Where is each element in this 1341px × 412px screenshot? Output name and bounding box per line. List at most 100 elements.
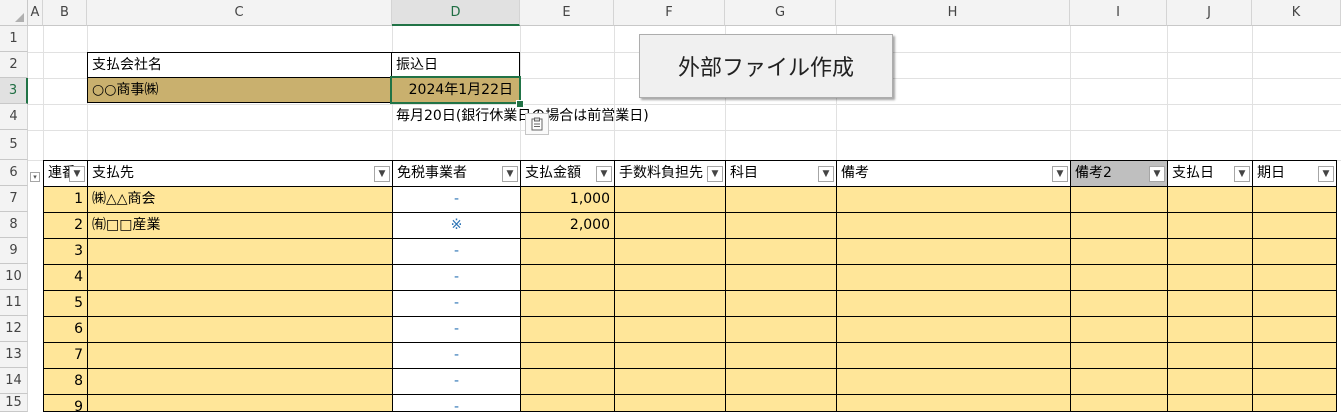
cell-remarks2[interactable] bbox=[1070, 264, 1168, 291]
cell-fee-bearer[interactable] bbox=[614, 212, 726, 239]
cell-due-date[interactable] bbox=[1252, 394, 1337, 412]
row-header-11[interactable]: 11 bbox=[0, 290, 28, 316]
cell-payee[interactable] bbox=[87, 238, 393, 265]
cell-due-date[interactable] bbox=[1252, 316, 1337, 343]
filter-dropdown-icon[interactable]: ▼ bbox=[707, 166, 723, 182]
cell-remarks2[interactable] bbox=[1070, 342, 1168, 369]
cell-due-date[interactable] bbox=[1252, 186, 1337, 213]
select-all-corner[interactable] bbox=[0, 0, 28, 26]
cell-exempt[interactable]: - bbox=[392, 186, 521, 213]
cell-remarks2[interactable] bbox=[1070, 368, 1168, 395]
cell-payee[interactable]: ㈱△△商会 bbox=[87, 186, 393, 213]
cell-account[interactable] bbox=[725, 264, 837, 291]
cell-account[interactable] bbox=[725, 186, 837, 213]
col-header-d[interactable]: D bbox=[392, 0, 520, 26]
row-header-1[interactable]: 1 bbox=[0, 26, 28, 52]
cell-account[interactable] bbox=[725, 316, 837, 343]
create-external-file-button[interactable]: 外部ファイル作成 bbox=[639, 34, 893, 98]
filter-dropdown-icon[interactable]: ▼ bbox=[818, 166, 834, 182]
cell-remarks[interactable] bbox=[836, 264, 1071, 291]
cell-pay-date[interactable] bbox=[1167, 290, 1253, 317]
cell-pay-date[interactable] bbox=[1167, 342, 1253, 369]
cell-due-date[interactable] bbox=[1252, 342, 1337, 369]
cell-remarks[interactable] bbox=[836, 238, 1071, 265]
date-label-cell[interactable]: 振込日 bbox=[391, 52, 520, 78]
row-header-5[interactable]: 5 bbox=[0, 130, 28, 160]
filter-dropdown-icon[interactable]: ▼ bbox=[1149, 166, 1165, 182]
cell-remarks[interactable] bbox=[836, 316, 1071, 343]
cell-payee[interactable]: ㈲□□産業 bbox=[87, 212, 393, 239]
th-payee[interactable]: 支払先 ▼ bbox=[87, 160, 393, 187]
col-header-i[interactable]: I bbox=[1070, 0, 1167, 26]
row-header-12[interactable]: 12 bbox=[0, 316, 28, 342]
row-header-15[interactable]: 15 bbox=[0, 394, 28, 412]
cell-number[interactable]: 3 bbox=[43, 238, 88, 265]
row-header-8[interactable]: 8 bbox=[0, 212, 28, 238]
cell-amount[interactable]: 1,000 bbox=[520, 186, 615, 213]
cell-pay-date[interactable] bbox=[1167, 238, 1253, 265]
company-label-cell[interactable]: 支払会社名 bbox=[87, 52, 392, 78]
cell-exempt[interactable]: - bbox=[392, 290, 521, 317]
cell-due-date[interactable] bbox=[1252, 212, 1337, 239]
cell-fee-bearer[interactable] bbox=[614, 316, 726, 343]
cell-number[interactable]: 8 bbox=[43, 368, 88, 395]
col-header-c[interactable]: C bbox=[87, 0, 392, 26]
cell-account[interactable] bbox=[725, 394, 837, 412]
cell-fee-bearer[interactable] bbox=[614, 368, 726, 395]
filter-dropdown-icon[interactable]: ▼ bbox=[1234, 166, 1250, 182]
cell-amount[interactable] bbox=[520, 342, 615, 369]
cell-exempt[interactable]: - bbox=[392, 368, 521, 395]
row-header-6[interactable]: 6 bbox=[0, 160, 28, 186]
row-header-3[interactable]: 3 bbox=[0, 78, 28, 104]
col-header-a[interactable]: A bbox=[28, 0, 43, 26]
cell-amount[interactable]: 2,000 bbox=[520, 212, 615, 239]
cell-exempt[interactable]: - bbox=[392, 238, 521, 265]
cell-due-date[interactable] bbox=[1252, 290, 1337, 317]
note-cell[interactable]: 毎月20日(銀行休業日の場合は前営業日) bbox=[392, 104, 712, 130]
cell-pay-date[interactable] bbox=[1167, 186, 1253, 213]
th-exempt[interactable]: 免税事業者 ▼ bbox=[392, 160, 521, 187]
company-value-cell[interactable]: ○○商事㈱ bbox=[87, 77, 392, 103]
th-remarks2[interactable]: 備考2 ▼ bbox=[1070, 160, 1168, 187]
cell-amount[interactable] bbox=[520, 316, 615, 343]
cell-remarks2[interactable] bbox=[1070, 394, 1168, 412]
filter-dropdown-icon[interactable]: ▼ bbox=[596, 166, 612, 182]
cell-exempt[interactable]: - bbox=[392, 394, 521, 412]
cell-remarks[interactable] bbox=[836, 186, 1071, 213]
filter-dropdown-icon[interactable]: ▼ bbox=[502, 166, 518, 182]
row-header-7[interactable]: 7 bbox=[0, 186, 28, 212]
cell-pay-date[interactable] bbox=[1167, 368, 1253, 395]
cell-exempt[interactable]: - bbox=[392, 316, 521, 343]
th-fee-bearer[interactable]: 手数料負担先 ▼ bbox=[614, 160, 726, 187]
row-header-10[interactable]: 10 bbox=[0, 264, 28, 290]
row-header-4[interactable]: 4 bbox=[0, 104, 28, 130]
cell-number[interactable]: 5 bbox=[43, 290, 88, 317]
cell-account[interactable] bbox=[725, 238, 837, 265]
row-header-9[interactable]: 9 bbox=[0, 238, 28, 264]
cell-payee[interactable] bbox=[87, 316, 393, 343]
outline-toggle[interactable]: ▾ bbox=[30, 172, 40, 182]
th-amount[interactable]: 支払金額 ▼ bbox=[520, 160, 615, 187]
cell-number[interactable]: 6 bbox=[43, 316, 88, 343]
cell-amount[interactable] bbox=[520, 238, 615, 265]
filter-dropdown-icon[interactable]: ▼ bbox=[69, 166, 85, 182]
th-due-date[interactable]: 期日 ▼ bbox=[1252, 160, 1337, 187]
col-header-e[interactable]: E bbox=[520, 0, 614, 26]
cell-due-date[interactable] bbox=[1252, 368, 1337, 395]
cell-amount[interactable] bbox=[520, 264, 615, 291]
filter-dropdown-icon[interactable]: ▼ bbox=[1318, 166, 1334, 182]
th-pay-date[interactable]: 支払日 ▼ bbox=[1167, 160, 1253, 187]
filter-dropdown-icon[interactable]: ▼ bbox=[1052, 166, 1068, 182]
cell-amount[interactable] bbox=[520, 368, 615, 395]
cell-payee[interactable] bbox=[87, 368, 393, 395]
cell-fee-bearer[interactable] bbox=[614, 238, 726, 265]
cell-exempt[interactable]: - bbox=[392, 342, 521, 369]
cell-account[interactable] bbox=[725, 368, 837, 395]
cell-fee-bearer[interactable] bbox=[614, 342, 726, 369]
paste-options-button[interactable] bbox=[525, 113, 549, 135]
cell-remarks2[interactable] bbox=[1070, 316, 1168, 343]
cell-payee[interactable] bbox=[87, 290, 393, 317]
fill-handle[interactable] bbox=[516, 100, 524, 108]
cell-fee-bearer[interactable] bbox=[614, 290, 726, 317]
cell-fee-bearer[interactable] bbox=[614, 186, 726, 213]
